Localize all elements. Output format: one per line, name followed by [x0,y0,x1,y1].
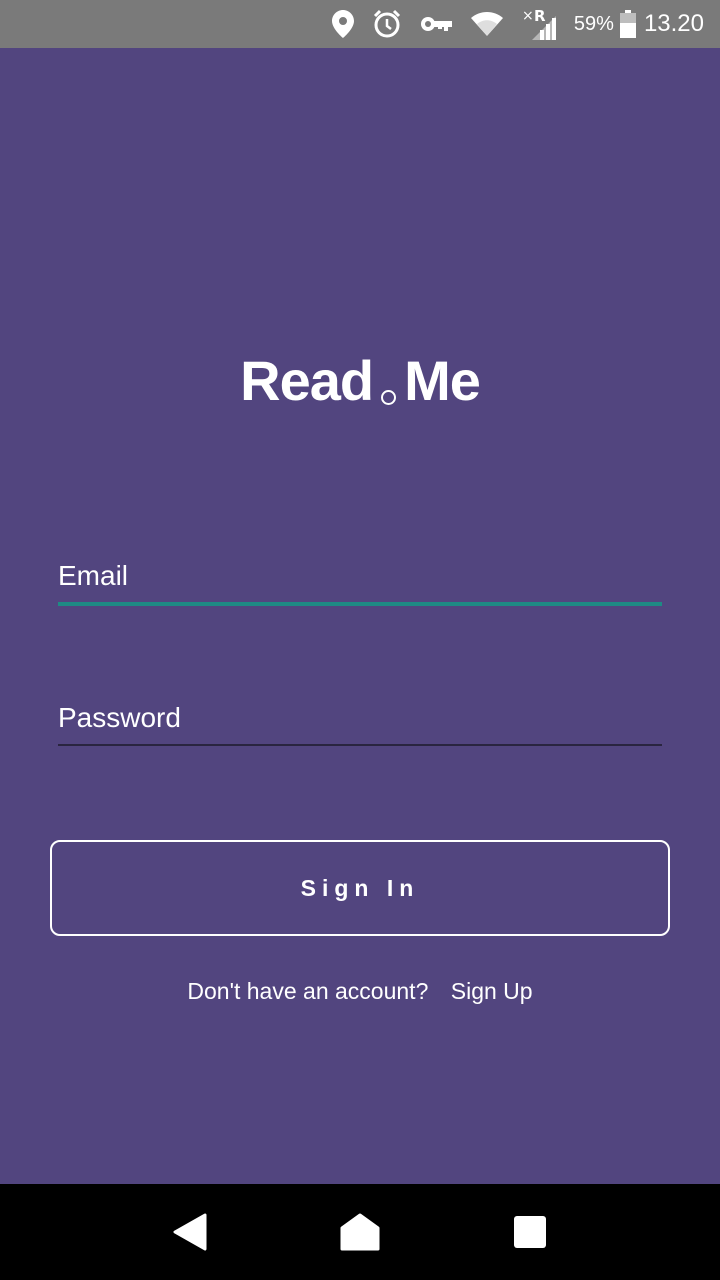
logo-dot [381,390,397,405]
signup-prompt: Don't have an account? [187,978,429,1004]
password-underline [58,744,662,746]
wifi-icon [470,10,504,38]
login-screen: Read Me Email Password Sign In Don't hav… [0,48,720,1184]
home-icon[interactable] [320,1192,400,1272]
location-icon [331,10,354,38]
email-underline [58,602,662,606]
recents-icon[interactable] [490,1192,570,1272]
password-field[interactable]: Password [58,700,662,746]
alarm-icon [372,9,402,39]
email-field[interactable]: Email [58,558,662,606]
password-label: Password [58,702,181,733]
app-logo: Read Me [0,348,720,413]
signal-roaming-icon: × R [522,8,558,40]
navigation-bar [0,1184,720,1280]
clock: 13.20 [643,10,704,37]
status-bar: × R 59% 13.20 [0,0,720,48]
email-label: Email [58,560,129,591]
battery-percent: 59% [573,12,614,35]
logo-text-right: Me [404,349,481,412]
sign-up-link[interactable]: Sign Up [451,978,533,1004]
svg-text:×: × [522,8,534,24]
back-icon[interactable] [150,1192,230,1272]
battery-icon [619,10,636,38]
signup-row: Don't have an account? Sign Up [0,978,720,1005]
svg-text:R: R [534,8,546,25]
vpn-key-icon [420,15,452,33]
logo-text-left: Read [240,349,374,412]
sign-in-button[interactable]: Sign In [50,840,670,936]
